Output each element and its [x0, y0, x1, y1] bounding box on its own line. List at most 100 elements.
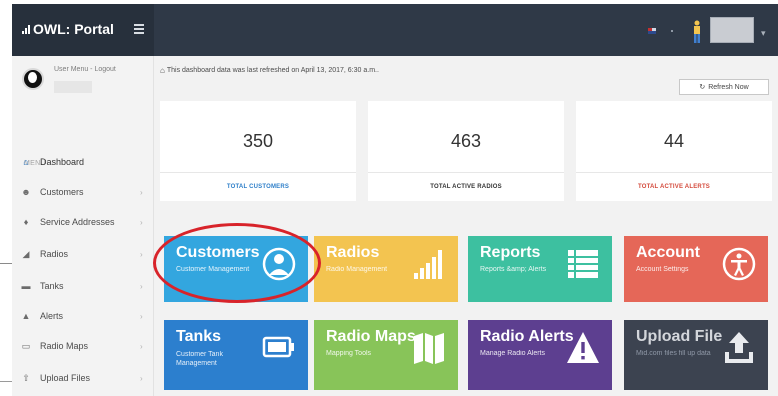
- tile-reports[interactable]: Reports Reports &amp; Alerts: [468, 236, 612, 302]
- sidebar-item-label: Dashboard: [40, 157, 85, 167]
- warning-icon: [567, 332, 599, 363]
- chevron-right-icon: ›: [140, 249, 143, 259]
- tile-title: Radios: [326, 244, 380, 261]
- sidebar-item-tanks[interactable]: ▬ Tanks ›: [12, 272, 154, 300]
- refresh-now-button[interactable]: ↻ Refresh Now: [679, 79, 769, 95]
- refresh-now-label: Refresh Now: [708, 83, 749, 91]
- tile-subtitle: Account Settings: [636, 266, 689, 273]
- divider: [368, 172, 564, 173]
- chevron-right-icon: ›: [140, 281, 143, 291]
- tile-subtitle: Reports &amp; Alerts: [480, 266, 547, 273]
- divider: [160, 172, 356, 173]
- tile-title: Reports: [480, 244, 541, 261]
- us-flag-icon[interactable]: [648, 28, 656, 34]
- sidebar-item-upload-files[interactable]: ⇧ Upload Files ›: [12, 364, 154, 392]
- user-circle-icon: [262, 247, 296, 281]
- sidebar-item-customers[interactable]: ☻ Customers ›: [12, 178, 154, 206]
- username-box: [54, 81, 92, 93]
- home-icon: ⌂: [160, 66, 165, 75]
- chevron-right-icon: ›: [140, 373, 143, 383]
- list-icon: [568, 250, 598, 278]
- sidebar-item-label: Radio Maps: [40, 341, 89, 351]
- stat-card-alerts: 44 TOTAL ACTIVE ALERTS: [576, 101, 772, 201]
- signal-logo-icon: [22, 24, 30, 34]
- sidebar-item-alerts[interactable]: ▲ Alerts ›: [12, 302, 154, 330]
- map-marker-icon: ♦: [23, 217, 29, 227]
- chevron-right-icon: ›: [140, 311, 143, 321]
- person-icon[interactable]: [690, 20, 704, 44]
- sidebar-item-label: Alerts: [40, 311, 64, 321]
- sidebar-item-label: Service Addresses: [40, 217, 115, 227]
- home-icon: ⌂: [23, 157, 29, 167]
- tile-subtitle: Manage Radio Alerts: [480, 350, 545, 357]
- user-menu-link[interactable]: User Menu - Logout: [54, 66, 116, 73]
- tile-title: Radio Alerts: [480, 328, 574, 345]
- tile-subtitle: Radio Management: [326, 266, 388, 273]
- map-icon: ▭: [21, 340, 31, 351]
- stat-value: 44: [663, 131, 685, 151]
- tile-title: Upload File: [636, 328, 723, 345]
- map-icon: [414, 333, 444, 364]
- tile-radio-alerts[interactable]: Radio Alerts Manage Radio Alerts: [468, 320, 612, 390]
- sidebar-item-label: Tanks: [40, 281, 64, 291]
- upload-icon: ⇧: [22, 372, 30, 383]
- signal-bars-icon: [414, 250, 442, 279]
- warning-icon: ▲: [21, 311, 31, 321]
- refresh-note: ⌂ This dashboard data was last refreshed…: [160, 66, 379, 75]
- user-dropdown[interactable]: [710, 17, 754, 43]
- avatar[interactable]: [22, 68, 44, 90]
- top-navbar: OWL: Portal ▾: [12, 4, 778, 56]
- sidebar-item-label: Customers: [40, 187, 84, 197]
- signal-icon: ◢: [22, 248, 30, 259]
- upload-icon: [725, 332, 753, 363]
- hamburger-menu-icon[interactable]: [134, 22, 146, 36]
- sidebar-item-dashboard[interactable]: ⌂ Dashboard: [12, 148, 154, 176]
- divider: [576, 172, 772, 173]
- refresh-icon: ↻: [699, 84, 706, 91]
- battery-icon: [262, 336, 294, 358]
- tile-upload-file[interactable]: Upload File Mid.com files fill up data: [624, 320, 768, 390]
- tile-customers[interactable]: Customers Customer Management: [164, 236, 308, 302]
- tile-tanks[interactable]: Tanks Customer Tank Management: [164, 320, 308, 390]
- tile-subtitle: Mid.com files fill up data: [636, 350, 711, 357]
- sidebar-item-label: Upload Files: [40, 373, 91, 383]
- stat-label: TOTAL ACTIVE RADIOS: [430, 184, 502, 190]
- brand-area: OWL: Portal: [12, 4, 154, 56]
- page-rule: [0, 263, 12, 264]
- stat-card-radios: 463 TOTAL ACTIVE RADIOS: [368, 101, 564, 201]
- tile-subtitle: Customer Tank Management: [176, 351, 223, 367]
- chevron-down-icon[interactable]: ▾: [761, 28, 766, 39]
- sidebar-item-label: Radios: [40, 249, 69, 259]
- tile-radio-maps[interactable]: Radio Maps Mapping Tools: [314, 320, 458, 390]
- stat-label: TOTAL CUSTOMERS: [226, 184, 290, 190]
- stat-value: 463: [450, 131, 482, 151]
- tank-icon: ▬: [21, 281, 31, 291]
- chevron-right-icon: ›: [140, 341, 143, 351]
- sidebar-item-radio-maps[interactable]: ▭ Radio Maps ›: [12, 332, 154, 360]
- app-title: OWL: Portal: [33, 21, 114, 37]
- app-logo[interactable]: OWL: Portal: [22, 21, 114, 37]
- tile-title: Radio Maps: [326, 328, 416, 345]
- tile-account[interactable]: Account Account Settings: [624, 236, 768, 302]
- tile-title: Account: [636, 244, 700, 261]
- sidebar-item-service-addresses[interactable]: ♦ Service Addresses ›: [12, 208, 154, 236]
- tile-title: Tanks: [176, 328, 222, 345]
- tile-subtitle: Mapping Tools: [326, 350, 372, 357]
- separator-dot: [671, 30, 673, 32]
- main-content: ⌂ This dashboard data was last refreshed…: [153, 56, 778, 396]
- chevron-right-icon: ›: [140, 187, 143, 197]
- tile-subtitle: Customer Management: [176, 266, 250, 273]
- sidebar-item-radios[interactable]: ◢ Radios ›: [12, 240, 154, 268]
- stat-card-customers: 350 TOTAL CUSTOMERS: [160, 101, 356, 201]
- page-rule: [0, 381, 12, 382]
- refresh-note-text: This dashboard data was last refreshed o…: [166, 67, 379, 74]
- tile-title: Customers: [176, 244, 260, 261]
- portal-window: OWL: Portal ▾ User Menu - Logout MENU ⌂ …: [12, 4, 778, 396]
- accessibility-icon: [722, 247, 756, 281]
- user-icon: ☻: [21, 187, 31, 197]
- tile-radios[interactable]: Radios Radio Management: [314, 236, 458, 302]
- stat-label: TOTAL ACTIVE ALERTS: [637, 184, 711, 190]
- chevron-right-icon: ›: [140, 217, 143, 227]
- sidebar: User Menu - Logout MENU ⌂ Dashboard ☻ Cu…: [12, 56, 154, 396]
- stat-value: 350: [242, 131, 274, 151]
